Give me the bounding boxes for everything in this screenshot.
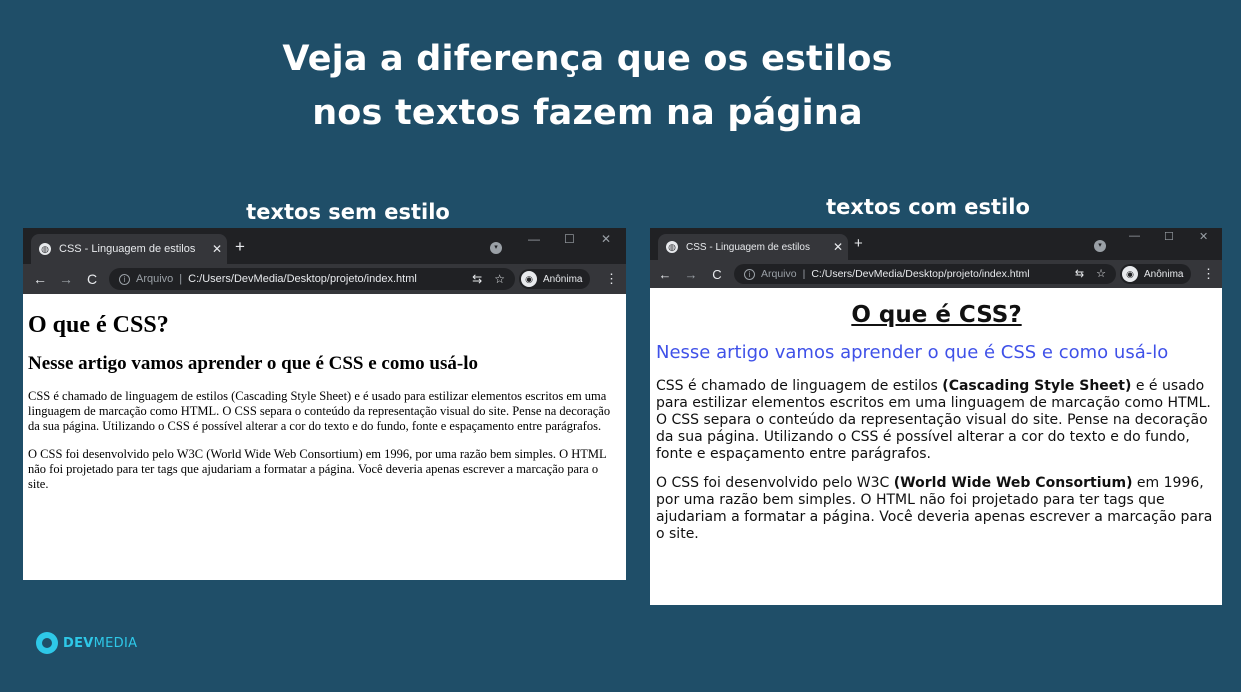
- caption-styled: textos com estilo: [826, 195, 1030, 219]
- headline-line-2: nos textos fazem na página: [312, 93, 863, 133]
- address-bar[interactable]: i Arquivo | C:/Users/DevMedia/Desktop/pr…: [109, 268, 515, 290]
- star-icon[interactable]: ☆: [494, 272, 505, 286]
- arquivo-label: Arquivo: [761, 268, 797, 280]
- browser-toolbar: ← → C i Arquivo | C:/Users/DevMedia/Desk…: [23, 264, 626, 294]
- paragraph-1-bold: (Cascading Style Sheet): [942, 378, 1132, 394]
- devmedia-logo-icon: [36, 632, 58, 654]
- page-heading: O que é CSS?: [851, 302, 1022, 328]
- close-window-button[interactable]: ✕: [601, 232, 611, 246]
- url-text[interactable]: C:/Users/DevMedia/Desktop/projeto/index.…: [811, 268, 1029, 280]
- star-icon[interactable]: ☆: [1096, 267, 1106, 280]
- profile-label: Anônima: [1144, 268, 1184, 280]
- page-subheading: Nesse artigo vamos aprender o que é CSS …: [28, 353, 478, 374]
- forward-icon[interactable]: →: [53, 271, 79, 287]
- globe-icon: ◍: [39, 243, 51, 255]
- headline: Veja a diferença que os estilos nos text…: [0, 32, 1175, 140]
- minimize-button[interactable]: —: [528, 232, 540, 246]
- paragraph-2: O CSS foi desenvolvido pelo W3C (World W…: [656, 475, 1217, 543]
- address-separator: |: [179, 273, 183, 285]
- new-tab-button[interactable]: +: [235, 237, 245, 257]
- devmedia-logo: DEV MEDIA: [36, 632, 137, 654]
- maximize-button[interactable]: ☐: [564, 232, 575, 246]
- page-heading: O que é CSS?: [28, 312, 169, 338]
- incognito-profile-button[interactable]: ◉ Anônima: [519, 269, 591, 289]
- incognito-icon: ◉: [521, 271, 537, 287]
- translate-icon[interactable]: ⇆: [1075, 267, 1084, 280]
- forward-icon[interactable]: →: [678, 267, 704, 282]
- address-bar[interactable]: i Arquivo | C:/Users/DevMedia/Desktop/pr…: [734, 264, 1116, 284]
- browser-toolbar: ← → C i Arquivo | C:/Users/DevMedia/Desk…: [650, 260, 1222, 288]
- logo-text-media: MEDIA: [93, 635, 138, 651]
- paragraph-2-bold: (World Wide Web Consortium): [893, 475, 1133, 491]
- caption-unstyled: textos sem estilo: [246, 200, 450, 224]
- reload-icon[interactable]: C: [79, 271, 105, 287]
- browser-window-styled: ◍ CSS - Linguagem de estilos ✕ + ▾ — ☐ ✕…: [650, 228, 1222, 605]
- tab-bar: ◍ CSS - Linguagem de estilos ✕ + ▾ — ☐ ✕: [23, 228, 626, 264]
- arquivo-label: Arquivo: [136, 273, 174, 285]
- back-icon[interactable]: ←: [652, 267, 678, 282]
- tab-title: CSS - Linguagem de estilos: [686, 241, 810, 253]
- info-icon[interactable]: i: [744, 268, 755, 280]
- page-content-styled: O que é CSS? Nesse artigo vamos aprender…: [650, 288, 1222, 543]
- browser-tab[interactable]: ◍ CSS - Linguagem de estilos ✕: [31, 234, 227, 264]
- page-content-unstyled: O que é CSS? Nesse artigo vamos aprender…: [23, 294, 626, 492]
- paragraph-2-text: O CSS foi desenvolvido pelo W3C: [656, 475, 894, 491]
- paragraph-1-text: CSS é chamado de linguagem de estilos: [656, 378, 943, 394]
- translate-icon[interactable]: ⇆: [472, 272, 482, 286]
- globe-icon: ◍: [666, 241, 678, 253]
- incognito-icon: ◉: [1122, 266, 1138, 282]
- tab-title: CSS - Linguagem de estilos: [59, 243, 196, 255]
- new-tab-button[interactable]: +: [854, 235, 863, 252]
- address-separator: |: [802, 268, 806, 280]
- maximize-button[interactable]: ☐: [1164, 230, 1174, 243]
- tab-close-icon[interactable]: ✕: [207, 242, 227, 256]
- minimize-button[interactable]: —: [1129, 230, 1140, 242]
- tab-close-icon[interactable]: ✕: [828, 240, 848, 254]
- reload-icon[interactable]: C: [704, 267, 730, 282]
- browser-tab[interactable]: ◍ CSS - Linguagem de estilos ✕: [658, 234, 848, 260]
- incognito-profile-button[interactable]: ◉ Anônima: [1120, 264, 1192, 284]
- profile-label: Anônima: [543, 273, 583, 285]
- logo-text-dev: DEV: [63, 635, 94, 651]
- menu-icon[interactable]: ⋮: [1202, 266, 1215, 282]
- tab-bar: ◍ CSS - Linguagem de estilos ✕ + ▾ — ☐ ✕: [650, 228, 1222, 260]
- tab-search-icon[interactable]: ▾: [1094, 240, 1106, 252]
- tab-search-icon[interactable]: ▾: [490, 242, 502, 254]
- paragraph-1: CSS é chamado de linguagem de estilos (C…: [28, 389, 611, 433]
- paragraph-2: O CSS foi desenvolvido pelo W3C (World W…: [28, 447, 607, 491]
- close-window-button[interactable]: ✕: [1199, 230, 1208, 243]
- info-icon[interactable]: i: [119, 273, 130, 285]
- browser-window-unstyled: ◍ CSS - Linguagem de estilos ✕ + ▾ — ☐ ✕…: [23, 228, 626, 580]
- headline-line-1: Veja a diferença que os estilos: [282, 39, 893, 79]
- menu-icon[interactable]: ⋮: [605, 271, 618, 287]
- url-text[interactable]: C:/Users/DevMedia/Desktop/projeto/index.…: [188, 273, 417, 285]
- page-subheading: Nesse artigo vamos aprender o que é CSS …: [656, 342, 1169, 363]
- back-icon[interactable]: ←: [27, 271, 53, 287]
- paragraph-1: CSS é chamado de linguagem de estilos (C…: [656, 378, 1217, 463]
